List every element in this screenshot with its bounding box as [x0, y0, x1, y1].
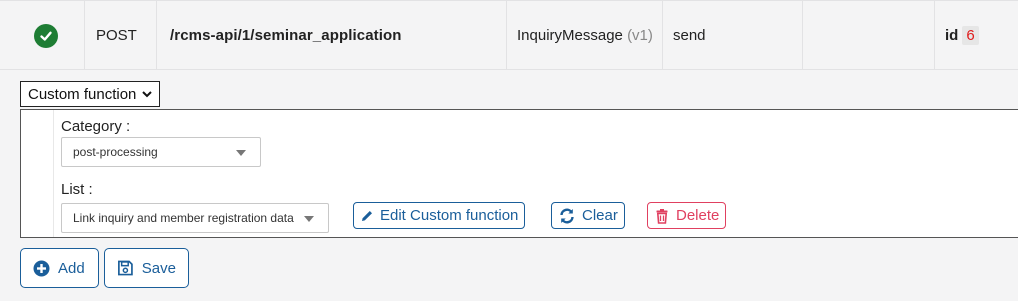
refresh-icon: [560, 208, 574, 223]
trash-icon: [656, 208, 668, 224]
function-type-value: Custom function: [28, 85, 137, 103]
id-label: id: [945, 27, 959, 44]
list-label: List :: [61, 181, 93, 198]
caret-down-icon: [236, 150, 246, 156]
route-row: POST /rcms-api/1/seminar_application Inq…: [0, 0, 1018, 70]
route-id: id 6: [945, 1, 979, 70]
caret-down-icon: [304, 216, 314, 222]
save-button-label: Save: [141, 259, 176, 277]
add-button-label: Add: [58, 259, 85, 277]
list-value: Link inquiry and member registration dat…: [73, 211, 294, 225]
model-name: InquiryMessage: [517, 27, 623, 44]
function-type-select[interactable]: Custom function: [20, 81, 160, 107]
category-value: post-processing: [73, 145, 158, 159]
route-path: /rcms-api/1/seminar_application: [170, 27, 402, 44]
route-model: InquiryMessage (v1): [517, 1, 653, 70]
model-version: (v1): [627, 27, 653, 44]
add-button[interactable]: Add: [20, 248, 99, 288]
status-cell: [34, 1, 60, 70]
edit-custom-function-button[interactable]: Edit Custom function: [353, 202, 526, 229]
id-badge: 6: [962, 26, 979, 45]
delete-button[interactable]: Delete: [647, 202, 727, 229]
plus-circle-icon: [33, 260, 50, 276]
edit-button-label: Edit Custom function: [380, 207, 519, 224]
chevron-down-icon: [142, 91, 152, 98]
route-operation: send: [673, 27, 706, 44]
check-circle-icon: [34, 23, 58, 48]
pencil-icon: [362, 210, 372, 221]
custom-function-panel: Category : post-processing List : Link i…: [20, 109, 1018, 238]
route-method: POST: [96, 27, 137, 44]
delete-button-label: Delete: [676, 207, 720, 224]
category-dropdown[interactable]: post-processing: [61, 137, 261, 167]
floppy-disk-icon: [118, 260, 133, 276]
clear-button-label: Clear: [582, 207, 618, 224]
save-button[interactable]: Save: [104, 248, 189, 288]
clear-button[interactable]: Clear: [551, 202, 625, 229]
category-label: Category :: [61, 118, 131, 135]
list-dropdown[interactable]: Link inquiry and member registration dat…: [61, 203, 329, 233]
